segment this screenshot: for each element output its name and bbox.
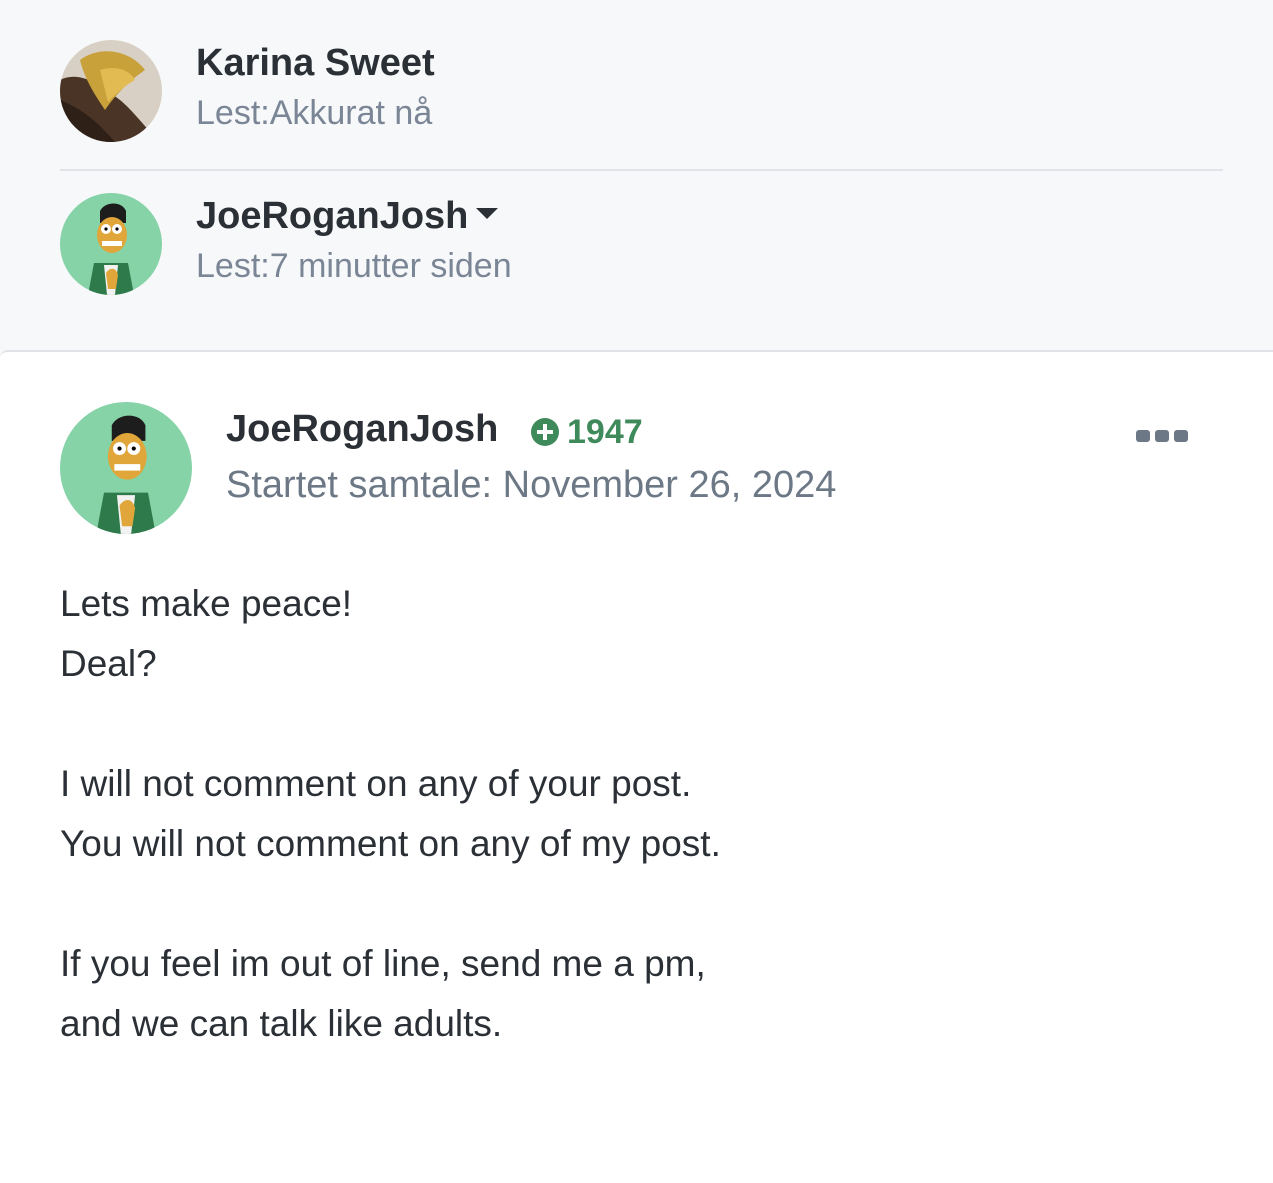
participant-karina[interactable]: Karina Sweet Lest:Akkurat nå: [60, 40, 1223, 150]
message-line: Deal?: [60, 643, 157, 684]
avatar[interactable]: [60, 193, 162, 295]
reputation-badge: 1947: [531, 412, 643, 452]
avatar[interactable]: [60, 40, 162, 142]
message-line: Lets make peace!: [60, 583, 353, 624]
chevron-down-icon[interactable]: [476, 208, 499, 220]
reputation-count: 1947: [567, 412, 643, 451]
conversation-page: Karina Sweet Lest:Akkurat nå JoeRoganJos: [0, 0, 1273, 1183]
message-card: JoeRoganJosh 1947 Startet samtale: Novem…: [0, 350, 1273, 1183]
plus-circle-icon: [531, 418, 559, 446]
dot-icon: [1136, 430, 1150, 442]
divider: [60, 169, 1223, 171]
author-avatar[interactable]: [60, 402, 192, 534]
dot-icon: [1155, 430, 1169, 442]
dot-icon: [1174, 430, 1188, 442]
message-line: I will not comment on any of your post.: [60, 763, 692, 804]
more-options-button[interactable]: [1136, 426, 1192, 446]
message-body: Lets make peace! Deal? I will not commen…: [60, 574, 1210, 1054]
message-line: You will not comment on any of my post.: [60, 823, 721, 864]
participant-name[interactable]: JoeRoganJosh: [196, 195, 499, 238]
participant-name[interactable]: Karina Sweet: [196, 42, 435, 85]
message-line: and we can talk like adults.: [60, 1003, 503, 1044]
participant-joeroganjosh[interactable]: JoeRoganJosh Lest:7 minutter siden: [60, 193, 1223, 303]
message-line: If you feel im out of line, send me a pm…: [60, 943, 706, 984]
author-name[interactable]: JoeRoganJosh: [226, 408, 498, 451]
read-status: Lest:Akkurat nå: [196, 94, 433, 132]
participants-list: Karina Sweet Lest:Akkurat nå JoeRoganJos: [0, 0, 1273, 350]
conversation-started: Startet samtale: November 26, 2024: [226, 464, 837, 506]
read-status: Lest:7 minutter siden: [196, 247, 512, 285]
